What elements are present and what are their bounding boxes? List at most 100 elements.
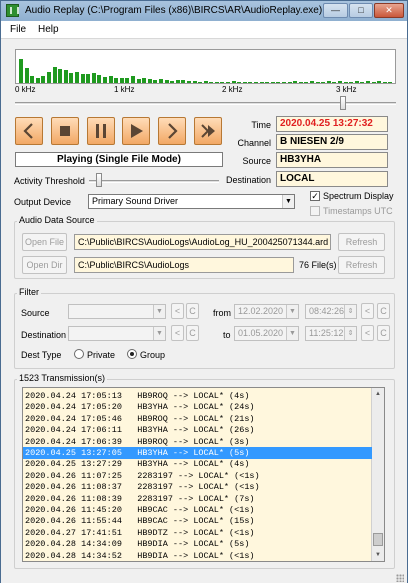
source-label: Source <box>242 156 271 166</box>
transmission-row[interactable]: 2020.04.28 14:34:52 HB9DIA --> LOCAL* (<… <box>23 550 372 561</box>
spectrum-bar <box>158 79 163 83</box>
transmission-row[interactable]: 2020.04.26 11:07:25 2283197 --> LOCAL* (… <box>23 470 372 482</box>
transmission-row[interactable]: 2020.04.26 11:08:39 2283197 --> LOCAL* (… <box>23 493 372 505</box>
spectrum-bar <box>371 82 376 83</box>
spectrum-bar <box>203 81 208 83</box>
spectrum-bar <box>366 81 370 83</box>
previous-button[interactable] <box>15 117 43 145</box>
filter-title: Filter <box>17 287 41 297</box>
transmission-row[interactable]: 2020.04.25 13:27:05 HB3YHA --> LOCAL* (5… <box>23 447 372 459</box>
spectrum-bar <box>276 82 281 83</box>
filter-source-select[interactable]: ▼ <box>68 304 166 319</box>
play-button[interactable] <box>122 117 150 145</box>
chevron-down-icon: ▼ <box>286 305 298 318</box>
resize-grip-icon[interactable] <box>396 574 404 582</box>
spectrum-bar <box>259 82 264 83</box>
spectrum-bar <box>24 68 29 83</box>
scroll-thumb[interactable] <box>373 533 383 546</box>
stop-button[interactable] <box>51 117 79 145</box>
maximize-button[interactable]: □ <box>349 3 373 18</box>
menu-help[interactable]: Help <box>38 24 59 35</box>
spectrum-bar <box>282 82 287 83</box>
from-time-field[interactable]: 08:42:26 ⇕ <box>305 304 357 319</box>
spectrum-bar <box>69 73 74 83</box>
to-lt-button[interactable]: < <box>361 325 374 341</box>
spin-icon: ⇕ <box>344 305 356 318</box>
freq-label-0khz: 0 kHz <box>15 85 36 94</box>
freq-label-1khz: 1 kHz <box>114 85 135 94</box>
transmission-row[interactable]: 2020.04.26 11:55:44 HB9CAC --> LOCAL* (1… <box>23 515 372 527</box>
timestamps-utc-label: Timestamps UTC <box>323 206 393 216</box>
transmission-row[interactable]: 2020.04.27 17:41:51 HB9DTZ --> LOCAL* (<… <box>23 527 372 539</box>
refresh-file-button[interactable]: Refresh <box>338 233 385 251</box>
filter-destination-clear-button[interactable]: C <box>186 325 199 341</box>
transmission-row[interactable]: 2020.04.26 11:08:37 2283197 --> LOCAL* (… <box>23 481 372 493</box>
open-dir-button[interactable]: Open Dir <box>22 256 67 274</box>
to-time-field[interactable]: 11:25:12 ⇕ <box>305 326 357 341</box>
filter-source-label: Source <box>21 308 50 318</box>
filter-destination-select[interactable]: ▼ <box>68 326 166 341</box>
window-title: Audio Replay (C:\Program Files (x86)\BIR… <box>25 5 323 16</box>
private-radio[interactable] <box>74 349 84 359</box>
spectrum-bar <box>19 59 23 83</box>
minimize-button[interactable]: — <box>323 3 348 18</box>
transmission-row[interactable]: 2020.04.24 17:05:13 HB9ROQ --> LOCAL* (4… <box>23 390 372 402</box>
spectrum-bar <box>52 67 57 83</box>
transmissions-scrollbar[interactable]: ▲ ▼ <box>371 388 384 561</box>
scroll-down-icon[interactable]: ▼ <box>372 549 384 561</box>
from-lt-button[interactable]: < <box>361 303 374 319</box>
app-icon <box>6 4 19 17</box>
spectrum-bar <box>186 81 191 83</box>
close-button[interactable]: ✕ <box>374 3 404 18</box>
spectrum-bar <box>119 78 124 83</box>
output-device-select[interactable]: Primary Sound Driver ▼ <box>88 194 295 209</box>
transmission-row[interactable]: 2020.04.25 13:27:29 HB3YHA --> LOCAL* (4… <box>23 458 372 470</box>
refresh-dir-button[interactable]: Refresh <box>338 256 385 274</box>
spectrum-bar <box>254 82 259 83</box>
spectrum-bar <box>349 82 354 83</box>
skip-to-end-button[interactable] <box>194 117 222 145</box>
title-bar[interactable]: Audio Replay (C:\Program Files (x86)\BIR… <box>1 1 407 21</box>
spectrum-bar <box>338 81 343 83</box>
spectrum-bar <box>63 70 68 83</box>
dest-type-label: Dest Type <box>21 350 62 360</box>
to-date-field[interactable]: 01.05.2020 ▼ <box>234 326 299 341</box>
spectrum-bar <box>377 81 382 83</box>
spectrum-bar <box>310 81 315 83</box>
from-clear-button[interactable]: C <box>377 303 390 319</box>
filter-destination-label: Destination <box>21 330 67 340</box>
filter-source-lt-button[interactable]: < <box>171 303 184 319</box>
transmission-row[interactable]: 2020.04.26 11:45:20 HB9CAC --> LOCAL* (<… <box>23 504 372 516</box>
filter-destination-lt-button[interactable]: < <box>171 325 184 341</box>
spectrum-display-checkbox[interactable]: ✓ <box>310 191 320 201</box>
menu-file[interactable]: File <box>10 24 26 35</box>
activity-threshold-slider[interactable] <box>89 180 219 183</box>
spectrum-bar <box>147 79 152 83</box>
spectrum-bar <box>170 81 175 83</box>
transmissions-list[interactable]: ▲ ▼ 2020.04.24 17:05:13 HB9ROQ --> LOCAL… <box>22 387 385 562</box>
from-date-field[interactable]: 12.02.2020 ▼ <box>234 304 299 319</box>
filter-source-clear-button[interactable]: C <box>186 303 199 319</box>
transmission-row[interactable]: 2020.04.24 17:05:46 HB9ROQ --> LOCAL* (2… <box>23 413 372 425</box>
transmission-row[interactable]: 2020.04.28 14:34:09 HB9DIA --> LOCAL* (5… <box>23 538 372 550</box>
open-file-button[interactable]: Open File <box>22 233 67 251</box>
transmission-row[interactable]: 2020.04.24 17:06:11 HB3YHA --> LOCAL* (2… <box>23 424 372 436</box>
timestamps-utc-checkbox[interactable] <box>310 206 320 216</box>
spectrum-bar <box>97 75 102 83</box>
activity-threshold-thumb[interactable] <box>95 173 102 187</box>
group-radio[interactable] <box>127 349 137 359</box>
file-path-field[interactable]: C:\Public\BIRCS\AudioLogs\AudioLog_HU_20… <box>74 234 331 250</box>
transmission-row[interactable]: 2020.04.24 17:06:39 HB9ROQ --> LOCAL* (3… <box>23 436 372 448</box>
transmission-row[interactable]: 2020.04.24 17:05:20 HB3YHA --> LOCAL* (2… <box>23 401 372 413</box>
spectrum-bar <box>125 78 130 83</box>
audio-replay-window: Audio Replay (C:\Program Files (x86)\BIR… <box>0 0 408 583</box>
spectrum-bar <box>198 82 203 83</box>
scroll-up-icon[interactable]: ▲ <box>372 388 384 400</box>
frequency-filter-thumb[interactable] <box>339 96 346 110</box>
spectrum-bar <box>136 79 141 83</box>
next-button[interactable] <box>158 117 186 145</box>
spectrum-bar <box>360 82 365 83</box>
dir-path-field[interactable]: C:\Public\BIRCS\AudioLogs <box>74 257 294 273</box>
pause-button[interactable] <box>87 117 115 145</box>
to-clear-button[interactable]: C <box>377 325 390 341</box>
